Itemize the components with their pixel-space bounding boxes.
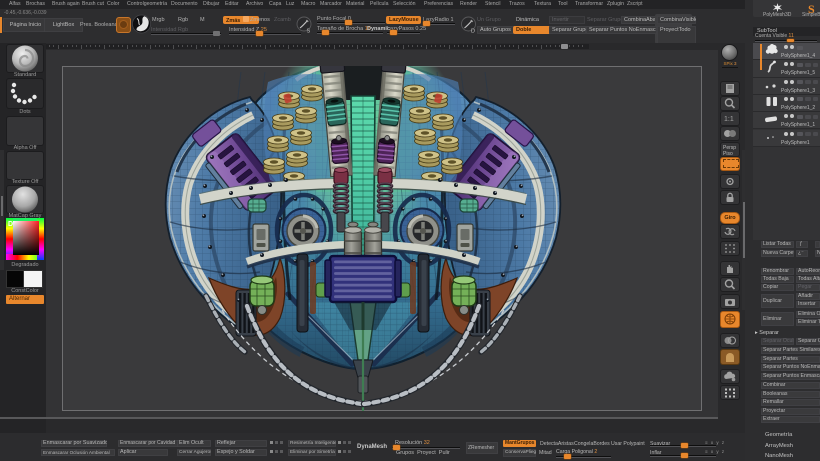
svg-text:1:1: 1:1 — [724, 116, 734, 123]
svg-text:S: S — [307, 29, 311, 34]
svg-text:D: D — [8, 221, 13, 228]
svg-text:D: D — [471, 29, 475, 34]
svg-text:Piso: Piso — [723, 151, 733, 156]
